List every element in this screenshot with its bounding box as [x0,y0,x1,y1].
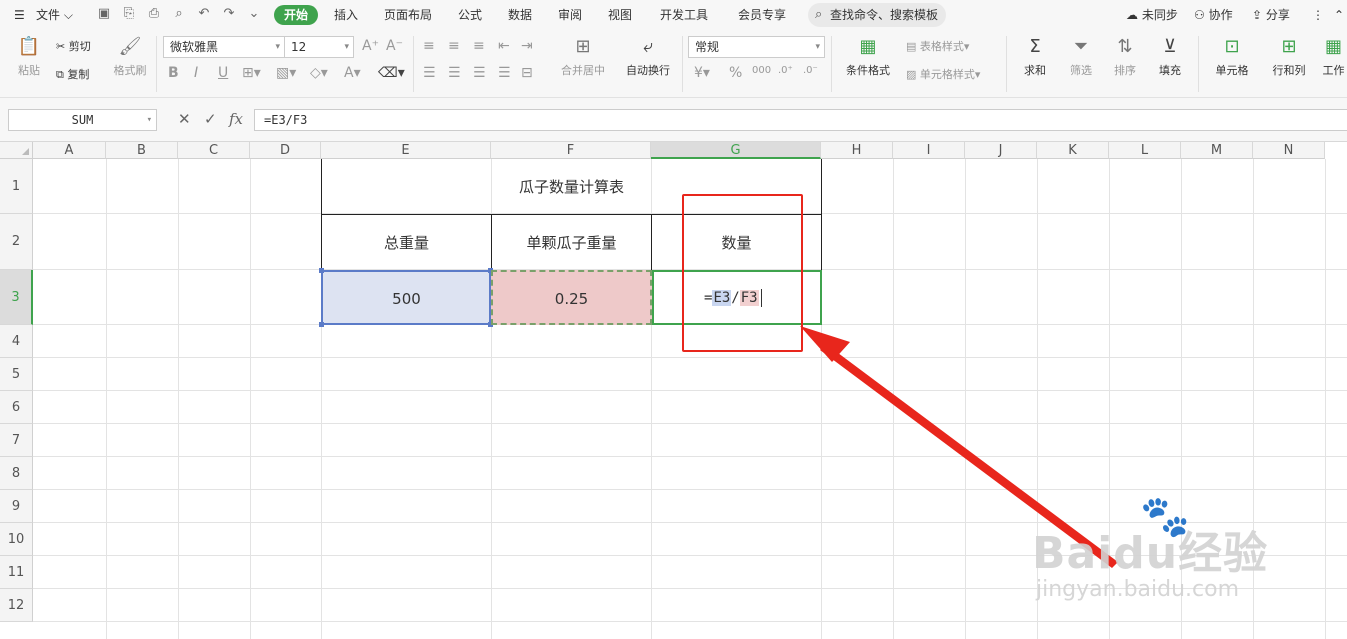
baidu-watermark: 🐾 Baidu经验 jingyan.baidu.com [1032,493,1282,633]
watermark-url: jingyan.baidu.com [1036,577,1240,602]
watermark-brand: Baidu经验 [1032,528,1269,579]
